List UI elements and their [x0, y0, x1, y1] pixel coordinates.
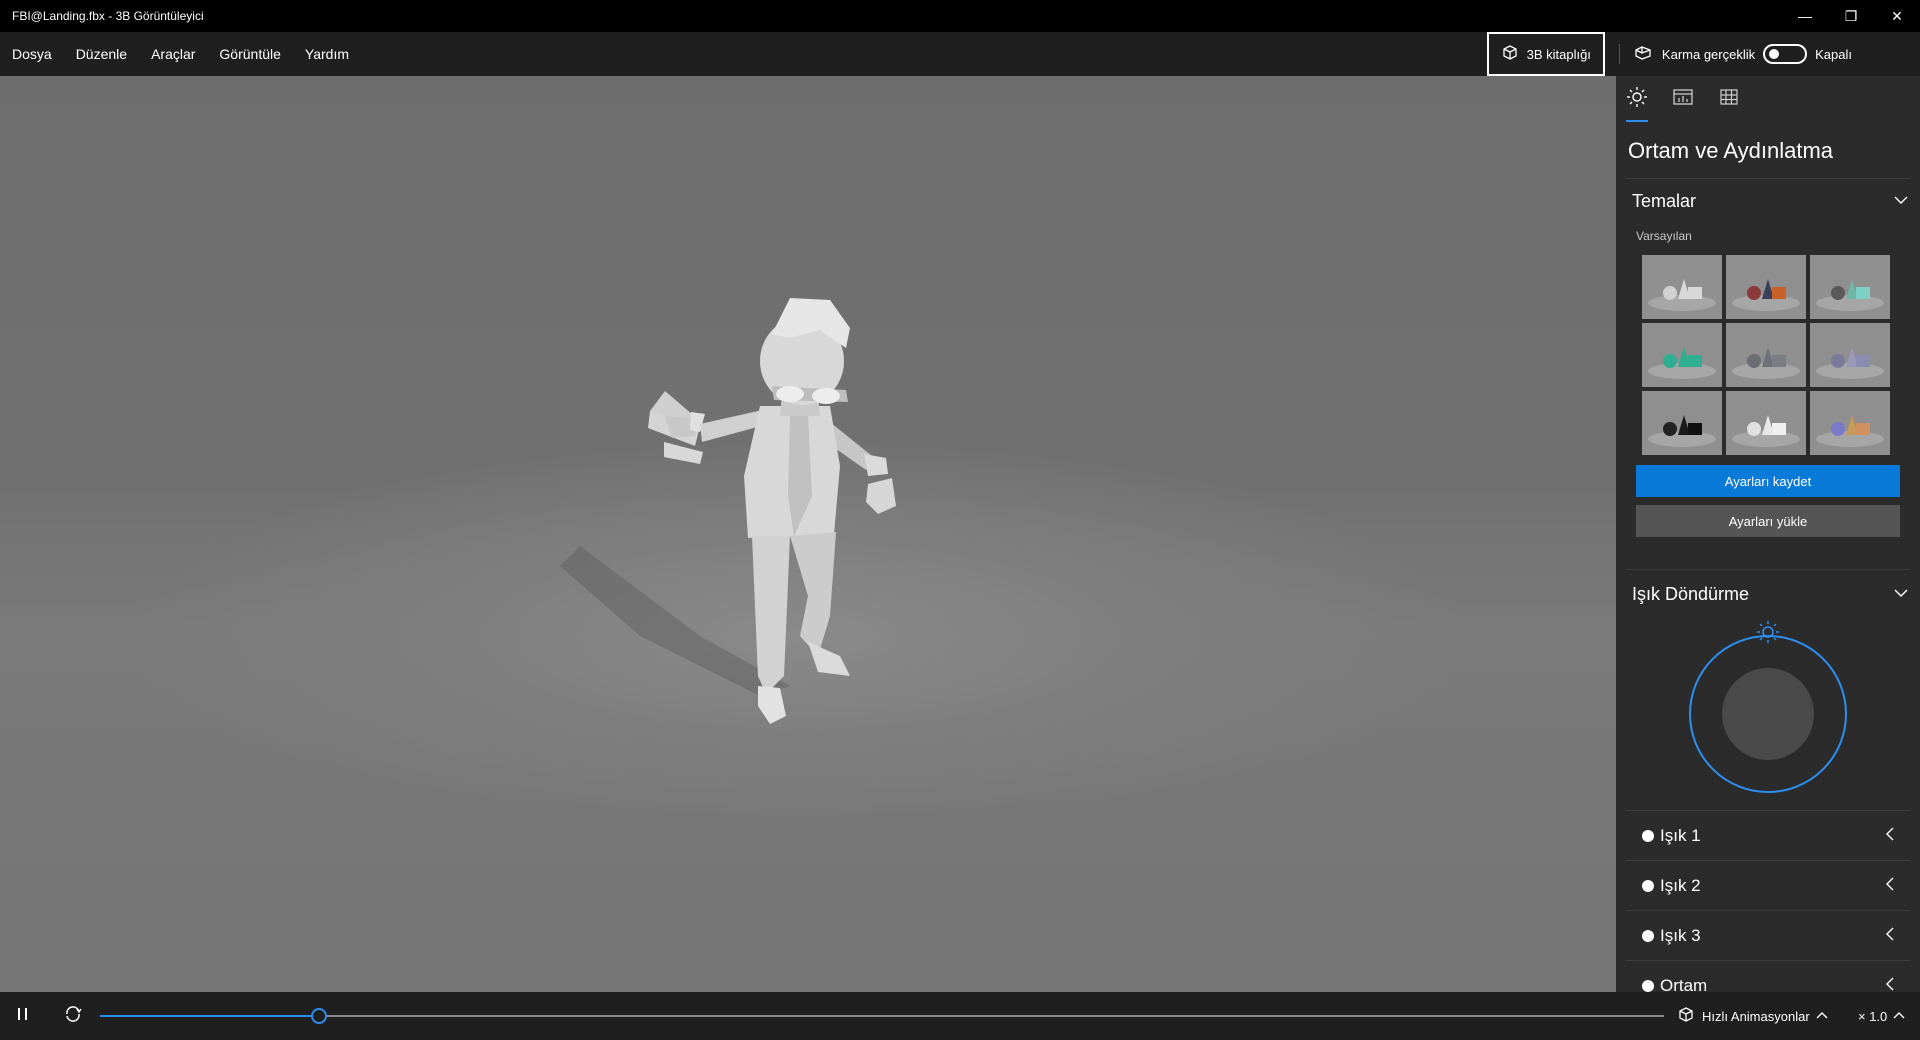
timeline-thumb[interactable]: [310, 1008, 327, 1024]
cube-icon: [1501, 44, 1519, 65]
timeline-progress: [100, 1015, 319, 1017]
3d-viewport[interactable]: [0, 76, 1616, 992]
menu-help[interactable]: Yardım: [293, 32, 361, 76]
speed-label: × 1.0: [1858, 1008, 1888, 1024]
light-label: Işık 2: [1660, 875, 1701, 895]
playback-bar: Hızlı Animasyonlar × 1.0: [0, 992, 1920, 1040]
themes-section-header[interactable]: Temalar: [1616, 179, 1920, 223]
tab-mesh[interactable]: [1718, 86, 1740, 122]
light-row-1[interactable]: Işık 1: [1626, 810, 1910, 860]
sun-icon: [1626, 86, 1648, 122]
chevron-left-icon: [1884, 876, 1896, 896]
chevron-down-icon: [1894, 191, 1908, 212]
save-settings-button[interactable]: Ayarları kaydet: [1636, 465, 1900, 497]
window-title: FBI@Landing.fbx - 3B Görüntüleyici: [12, 9, 204, 23]
menu-file[interactable]: Dosya: [0, 32, 64, 76]
light-color-dot: [1642, 929, 1654, 942]
stats-icon: [1672, 86, 1694, 122]
loop-button[interactable]: [50, 992, 96, 1040]
chevron-up-icon: [1893, 1009, 1905, 1024]
tab-environment[interactable]: [1626, 86, 1648, 122]
light-row-2[interactable]: Işık 2: [1626, 860, 1910, 910]
menu-tools[interactable]: Araçlar: [139, 32, 207, 76]
mixed-reality-icon: [1634, 44, 1654, 65]
menu-edit[interactable]: Düzenle: [64, 32, 139, 76]
playback-speed-button[interactable]: × 1.0: [1858, 992, 1905, 1040]
chevron-up-icon: [1816, 1009, 1828, 1024]
theme-option[interactable]: [1726, 255, 1806, 319]
light-rotation-section-header[interactable]: Işık Döndürme: [1616, 570, 1920, 618]
light-rotation-label: Işık Döndürme: [1632, 583, 1750, 604]
panel-title: Ortam ve Aydınlatma: [1628, 138, 1834, 163]
theme-option[interactable]: [1642, 391, 1722, 455]
chevron-down-icon: [1894, 584, 1908, 605]
menu-divider: [1618, 44, 1620, 64]
minimize-button[interactable]: —: [1782, 0, 1828, 32]
environment-panel: Ortam ve Aydınlatma Temalar Varsayılan A…: [1616, 76, 1920, 992]
restore-button[interactable]: ❐: [1828, 0, 1874, 32]
mixed-reality-state: Kapalı: [1815, 46, 1852, 62]
light-color-dot: [1642, 879, 1654, 892]
load-settings-button[interactable]: Ayarları yükle: [1636, 505, 1900, 537]
theme-grid: [1616, 249, 1920, 455]
light-rotation-control[interactable]: [1616, 618, 1920, 798]
quick-animations-label: Hızlı Animasyonlar: [1702, 1008, 1810, 1024]
mixed-reality-control: Karma gerçeklik Kapalı: [1634, 44, 1852, 65]
chevron-left-icon: [1884, 926, 1896, 946]
theme-option[interactable]: [1726, 391, 1806, 455]
grid-icon: [1718, 86, 1740, 122]
theme-option[interactable]: [1810, 323, 1890, 387]
3d-model-render: [560, 298, 896, 724]
light-label: Işık 1: [1660, 825, 1701, 845]
themes-label: Temalar: [1632, 190, 1697, 211]
chevron-left-icon: [1884, 826, 1896, 846]
tab-statistics[interactable]: [1672, 86, 1694, 122]
theme-option[interactable]: [1642, 323, 1722, 387]
light-color-dot: [1642, 829, 1654, 842]
chevron-left-icon: [1884, 976, 1896, 993]
theme-option[interactable]: [1810, 255, 1890, 319]
panel-tabs: [1616, 76, 1920, 124]
mixed-reality-toggle[interactable]: [1763, 44, 1808, 64]
3d-library-label: 3B kitaplığı: [1526, 46, 1591, 62]
theme-option[interactable]: [1642, 255, 1722, 319]
loop-icon: [63, 1005, 83, 1028]
light-row-3[interactable]: Işık 3: [1626, 910, 1910, 960]
light-label: Işık 3: [1660, 925, 1701, 945]
3d-library-button[interactable]: 3B kitaplığı: [1486, 32, 1605, 76]
pause-button[interactable]: [0, 992, 46, 1040]
title-bar: FBI@Landing.fbx - 3B Görüntüleyici — ❐ ✕: [0, 0, 1920, 32]
animation-timeline[interactable]: [100, 1008, 1664, 1024]
close-button[interactable]: ✕: [1874, 0, 1920, 32]
menu-view[interactable]: Görüntüle: [207, 32, 292, 76]
light-label: Ortam: [1660, 975, 1708, 993]
pause-icon: [16, 1006, 30, 1027]
theme-option[interactable]: [1726, 323, 1806, 387]
light-handle-sun-icon[interactable]: [1756, 620, 1780, 649]
animation-cube-icon: [1676, 1006, 1696, 1027]
theme-option[interactable]: [1810, 391, 1890, 455]
light-row-ambient[interactable]: Ortam: [1626, 960, 1910, 992]
menu-bar: Dosya Düzenle Araçlar Görüntüle Yardım 3…: [0, 32, 1920, 76]
light-color-dot: [1642, 979, 1654, 992]
mixed-reality-label: Karma gerçeklik: [1661, 46, 1756, 62]
quick-animations-button[interactable]: Hızlı Animasyonlar: [1676, 992, 1828, 1040]
default-themes-label: Varsayılan: [1636, 229, 1692, 243]
